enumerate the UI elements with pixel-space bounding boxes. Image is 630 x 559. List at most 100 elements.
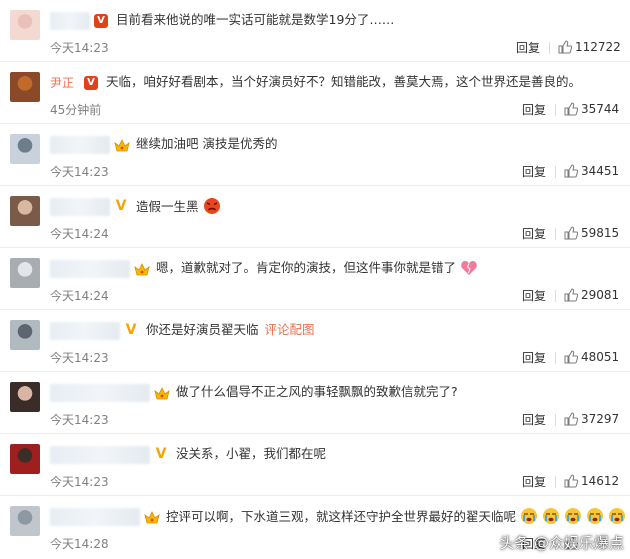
comment-item: 做了什么倡导不正之风的事轻飘飘的致歉信就完了? 今天14:23 回复 37297 bbox=[0, 372, 630, 434]
verified-badge-icon: V bbox=[84, 76, 98, 90]
like-button[interactable]: 35744 bbox=[564, 101, 619, 117]
reply-button[interactable]: 回复 bbox=[522, 473, 546, 490]
reply-button[interactable]: 回复 bbox=[522, 225, 546, 242]
username[interactable] bbox=[50, 384, 150, 402]
crown-badge-icon bbox=[144, 510, 160, 524]
comment-time: 今天14:23 bbox=[50, 475, 109, 489]
comment-text: 目前看来他说的唯一实话可能就是数学19分了…… bbox=[116, 11, 394, 29]
verified-badge-icon: V bbox=[94, 14, 108, 28]
reply-button[interactable]: 回复 bbox=[522, 101, 546, 118]
action-divider bbox=[555, 352, 556, 364]
comment-text: 继续加油吧 演技是优秀的 bbox=[136, 135, 277, 153]
like-count: 59815 bbox=[581, 226, 620, 240]
comment-text-content: 没关系，小翟，我们都在呢 bbox=[176, 446, 327, 461]
like-count: 37297 bbox=[581, 412, 620, 426]
thumb-up-icon bbox=[558, 40, 575, 54]
avatar[interactable] bbox=[10, 444, 40, 474]
comment-item: V 没关系，小翟，我们都在呢今天14:23 回复 14612 bbox=[0, 434, 630, 496]
thumb-up-icon bbox=[564, 226, 581, 240]
username[interactable] bbox=[50, 136, 110, 154]
action-divider bbox=[555, 166, 556, 178]
thumb-up-icon bbox=[564, 350, 581, 364]
like-button[interactable]: 14612 bbox=[564, 473, 619, 489]
action-divider bbox=[555, 290, 556, 302]
username[interactable] bbox=[50, 260, 130, 278]
comment-text-content: 造假一生黑 bbox=[136, 199, 199, 214]
reply-button[interactable]: 回复 bbox=[522, 163, 546, 180]
like-count: 34451 bbox=[581, 164, 620, 178]
broken-heart-icon bbox=[460, 260, 478, 281]
like-button[interactable]: 37297 bbox=[564, 411, 619, 427]
comment-item: V 你还是好演员翟天临 评论配图今天14:23 回复 48051 bbox=[0, 310, 630, 372]
username[interactable] bbox=[50, 508, 140, 526]
comment-item: 尹正 V 天临，咱好好看剧本，当个好演员好不？知错能改，善莫大焉，这个世界还是善良的… bbox=[0, 62, 630, 124]
comment-time: 45分钟前 bbox=[50, 103, 102, 117]
verified-badge-icon: V bbox=[125, 322, 137, 338]
verified-badge-icon: V bbox=[155, 446, 167, 462]
like-count: 29081 bbox=[581, 288, 620, 302]
username[interactable]: 尹正 bbox=[50, 74, 80, 92]
verified-badge-icon: V bbox=[115, 198, 127, 214]
reply-button[interactable]: 回复 bbox=[522, 411, 546, 428]
comment-text: 嗯，道歉就对了。肯定你的演技，但这件事你就是错了 bbox=[156, 259, 478, 281]
avatar[interactable] bbox=[10, 10, 40, 40]
comment-text-content: 控评可以啊，下水道三观，就这样还守护全世界最好的翟天临呢 bbox=[166, 509, 517, 524]
like-count: 112722 bbox=[575, 40, 621, 54]
comment-item: V 目前看来他说的唯一实话可能就是数学19分了…… 今天14:23 回复 112722 bbox=[0, 0, 630, 62]
avatar[interactable] bbox=[10, 320, 40, 350]
avatar[interactable] bbox=[10, 72, 40, 102]
comment-text: 做了什么倡导不正之风的事轻飘飘的致歉信就完了? bbox=[176, 383, 458, 401]
action-divider bbox=[555, 104, 556, 116]
avatar[interactable] bbox=[10, 134, 40, 164]
comment-time: 今天14:23 bbox=[50, 41, 109, 55]
thumb-up-icon bbox=[564, 412, 581, 426]
reply-button[interactable]: 回复 bbox=[522, 349, 546, 366]
comment-image-link[interactable]: 评论配图 bbox=[265, 322, 315, 337]
like-button[interactable]: 112722 bbox=[558, 39, 621, 55]
thumb-up-icon bbox=[564, 474, 581, 488]
avatar[interactable] bbox=[10, 258, 40, 288]
comment-text-content: 目前看来他说的唯一实话可能就是数学19分了…… bbox=[116, 12, 395, 27]
reply-button[interactable]: 回复 bbox=[522, 287, 546, 304]
reply-button[interactable]: 回复 bbox=[516, 39, 540, 56]
like-button[interactable]: 59815 bbox=[564, 225, 619, 241]
thumb-up-icon bbox=[564, 102, 581, 116]
watermark: 头条 @众娱乐爆点 bbox=[499, 534, 624, 552]
comment-text: 造假一生黑 bbox=[136, 197, 221, 220]
comment-item: V 造假一生黑今天14:24 回复 59815 bbox=[0, 186, 630, 248]
username[interactable] bbox=[50, 322, 120, 340]
crown-badge-icon bbox=[154, 386, 170, 400]
crown-badge-icon bbox=[134, 262, 150, 276]
action-divider bbox=[549, 42, 550, 54]
avatar[interactable] bbox=[10, 196, 40, 226]
crown-badge-icon bbox=[114, 138, 130, 152]
comment-text-content: 嗯，道歉就对了。肯定你的演技，但这件事你就是错了 bbox=[156, 260, 457, 275]
action-divider bbox=[555, 476, 556, 488]
comment-item: 嗯，道歉就对了。肯定你的演技，但这件事你就是错了 今天14:24 回复 29081 bbox=[0, 248, 630, 310]
like-button[interactable]: 48051 bbox=[564, 349, 619, 365]
comment-text-content: 继续加油吧 演技是优秀的 bbox=[136, 136, 278, 151]
avatar[interactable] bbox=[10, 382, 40, 412]
action-divider bbox=[555, 414, 556, 426]
like-count: 35744 bbox=[581, 102, 620, 116]
username[interactable] bbox=[50, 12, 90, 30]
username[interactable] bbox=[50, 198, 110, 216]
comment-text: 天临，咱好好看剧本，当个好演员好不？知错能改，善莫大焉，这个世界还是善良的。 bbox=[106, 73, 581, 91]
thumb-up-icon bbox=[564, 288, 581, 302]
angry-emoji-icon bbox=[203, 197, 221, 220]
like-count: 48051 bbox=[581, 350, 620, 364]
like-button[interactable]: 29081 bbox=[564, 287, 619, 303]
like-count: 14612 bbox=[581, 474, 620, 488]
comment-text-content: 做了什么倡导不正之风的事轻飘飘的致歉信就完了? bbox=[176, 384, 458, 399]
comment-time: 今天14:23 bbox=[50, 351, 109, 365]
username[interactable] bbox=[50, 446, 150, 464]
like-button[interactable]: 34451 bbox=[564, 163, 619, 179]
comment-time: 今天14:23 bbox=[50, 413, 109, 427]
comment-time: 今天14:28 bbox=[50, 537, 109, 551]
thumb-up-icon bbox=[564, 164, 581, 178]
action-divider bbox=[555, 228, 556, 240]
comment-text-content: 你还是好演员翟天临 bbox=[146, 322, 259, 337]
avatar[interactable] bbox=[10, 506, 40, 536]
comment-time: 今天14:24 bbox=[50, 227, 109, 241]
comment-text-content: 天临，咱好好看剧本，当个好演员好不？知错能改，善莫大焉，这个世界还是善良的。 bbox=[106, 74, 582, 89]
